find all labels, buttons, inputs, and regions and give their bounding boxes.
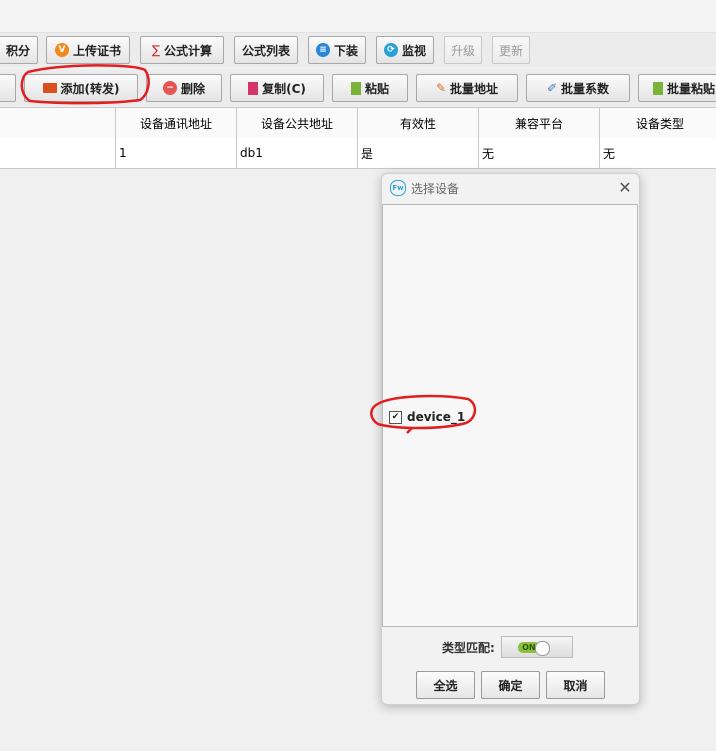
update-label: 更新 xyxy=(498,43,523,58)
clipboard-icon xyxy=(350,81,361,95)
download-label: 下装 xyxy=(333,43,358,58)
toggle-knob xyxy=(534,641,550,656)
paste-label: 粘贴 xyxy=(364,81,389,96)
dialog-title: 选择设备 xyxy=(411,182,460,196)
app-logo-icon: Fw xyxy=(390,180,406,196)
batch-paste-button[interactable]: 批量粘贴 xyxy=(638,74,716,102)
list-icon: ≡ xyxy=(315,43,330,57)
upload-cert-button[interactable]: V 上传证书 xyxy=(46,36,130,64)
upload-cert-label: 上传证书 xyxy=(72,43,121,58)
window-titlebar xyxy=(0,0,716,33)
table-cell[interactable]: 无 xyxy=(479,138,600,168)
batch-coef-label: 批量系数 xyxy=(561,81,610,96)
formula-calc-button[interactable]: ∑ 公式计算 xyxy=(140,36,224,64)
batch-address-button[interactable]: ✎ 批量地址 xyxy=(416,74,518,102)
table-cell-blank[interactable] xyxy=(0,138,116,168)
main-toolbar: 积分 V 上传证书 ∑ 公式计算 公式列表 ≡ 下装 ⟳ 监视 升级 更新 xyxy=(0,33,716,67)
header-cell-platform[interactable]: 兼容平台 xyxy=(479,108,600,138)
table-cell[interactable]: 1 xyxy=(116,138,237,168)
cancel-button[interactable]: 取消 xyxy=(546,671,605,699)
header-cell-device-type[interactable]: 设备类型 xyxy=(600,108,716,138)
partial-button[interactable] xyxy=(0,74,16,102)
formula-list-button[interactable]: 公式列表 xyxy=(234,36,298,64)
add-forward-button[interactable]: 添加(转发) xyxy=(24,74,138,102)
delete-button[interactable]: − 删除 xyxy=(146,74,222,102)
table-cell[interactable]: db1 xyxy=(237,138,358,168)
update-button[interactable]: 更新 xyxy=(492,36,530,64)
select-all-button[interactable]: 全选 xyxy=(416,671,475,699)
type-match-toggle[interactable]: ON xyxy=(500,636,573,658)
monitor-button[interactable]: ⟳ 监视 xyxy=(376,36,434,64)
batch-address-label: 批量地址 xyxy=(450,81,499,96)
clipboard-icon xyxy=(653,81,663,95)
header-cell-validity[interactable]: 有效性 xyxy=(358,108,479,138)
refresh-icon: ⟳ xyxy=(383,43,398,57)
delete-icon: − xyxy=(162,81,177,95)
paste-button[interactable]: 粘贴 xyxy=(332,74,408,102)
download-button[interactable]: ≡ 下装 xyxy=(308,36,366,64)
checkbox[interactable]: ✔ xyxy=(389,410,402,424)
header-cell-blank xyxy=(0,108,116,138)
dialog-titlebar[interactable]: Fw 选择设备 ✕ xyxy=(382,174,639,202)
table-header: 设备通讯地址 设备公共地址 有效性 兼容平台 设备类型 xyxy=(0,107,716,139)
select-device-dialog: Fw 选择设备 ✕ ✔ device_1 类型匹配: ON 全选 确定 取消 xyxy=(381,173,640,705)
table-row[interactable]: 1 db1 是 无 无 xyxy=(0,138,716,169)
add-forward-label: 添加(转发) xyxy=(60,81,120,96)
table-cell[interactable]: 无 xyxy=(600,138,716,168)
header-cell-public-address[interactable]: 设备公共地址 xyxy=(237,108,358,138)
formula-list-label: 公式列表 xyxy=(241,43,290,58)
device-list[interactable]: ✔ device_1 xyxy=(382,204,638,627)
points-label: 积分 xyxy=(5,43,30,58)
pencil-icon: ✎ xyxy=(435,81,447,95)
table-cell[interactable]: 是 xyxy=(358,138,479,168)
upgrade-button[interactable]: 升级 xyxy=(444,36,482,64)
copy-button[interactable]: 复制(C) xyxy=(230,74,324,102)
list-item[interactable]: ✔ device_1 xyxy=(389,410,465,424)
edit-icon: ✐ xyxy=(546,81,558,95)
type-match-row: 类型匹配: ON xyxy=(442,636,573,658)
upgrade-label: 升级 xyxy=(450,43,475,58)
batch-paste-label: 批量粘贴 xyxy=(667,81,716,96)
batch-coef-button[interactable]: ✐ 批量系数 xyxy=(526,74,630,102)
confirm-button[interactable]: 确定 xyxy=(481,671,540,699)
type-match-label: 类型匹配: xyxy=(442,640,495,655)
folder-add-icon xyxy=(42,83,57,93)
close-icon[interactable]: ✕ xyxy=(615,176,635,198)
delete-label: 删除 xyxy=(180,81,205,96)
points-button[interactable]: 积分 xyxy=(0,36,38,64)
copy-icon xyxy=(248,81,259,95)
device-toolbar: 添加(转发) − 删除 复制(C) 粘贴 ✎ 批量地址 ✐ 批量系数 批量粘贴 xyxy=(0,70,716,106)
monitor-label: 监视 xyxy=(401,43,426,58)
header-cell-comm-address[interactable]: 设备通讯地址 xyxy=(116,108,237,138)
copy-label: 复制(C) xyxy=(262,81,306,96)
sigma-icon: ∑ xyxy=(151,43,161,57)
device-label: device_1 xyxy=(407,410,466,424)
formula-calc-label: 公式计算 xyxy=(164,43,213,58)
v-badge-icon: V xyxy=(54,43,69,57)
